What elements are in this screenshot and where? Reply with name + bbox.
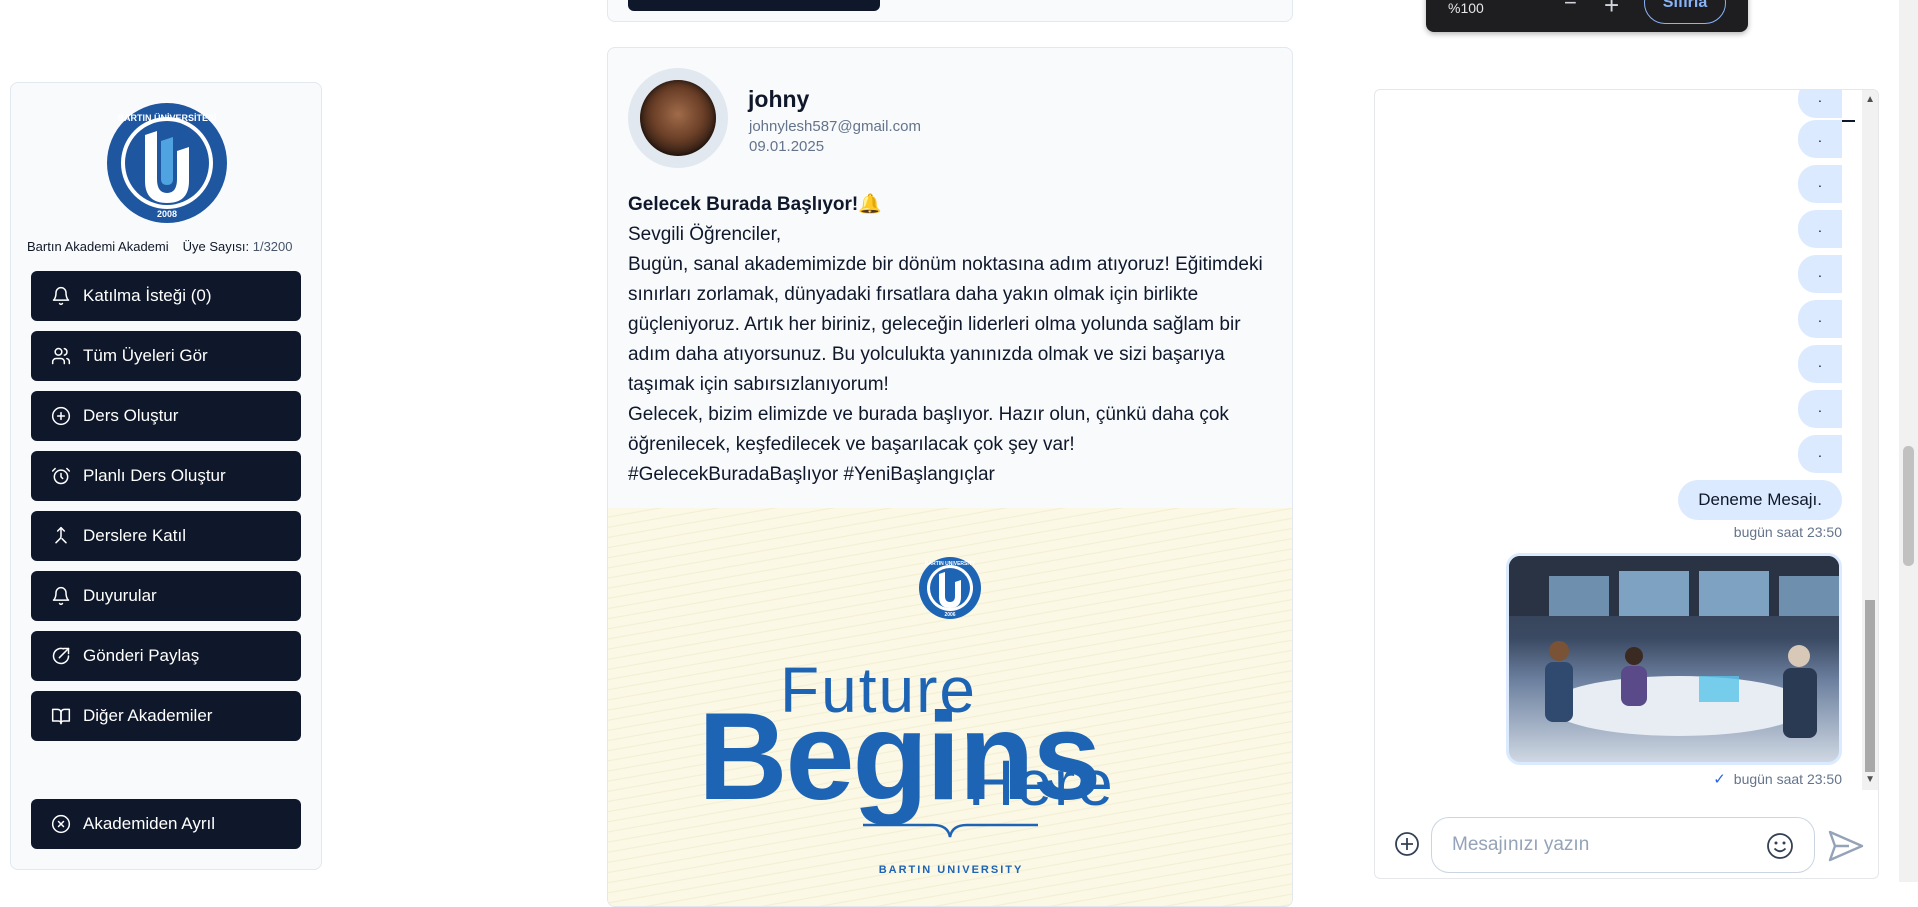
chat-message: . [1798, 90, 1842, 118]
announcements-button[interactable]: Duyurular [31, 571, 301, 621]
chat-message: . [1798, 120, 1842, 158]
post-image[interactable]: BARTIN UNIVERSITY 2006 Future Begins Her… [608, 508, 1292, 906]
avatar-image [640, 80, 716, 156]
zoom-in-button[interactable]: + [1604, 0, 1619, 21]
chat-message: . [1798, 165, 1842, 203]
member-count-label: Üye Sayısı: [182, 239, 250, 254]
post-hashtags: #GelecekBuradaBaşlıyor #YeniBaşlangıçlar [628, 464, 995, 485]
chat-panel: . . . . . . . . . Deneme Mesajı. bugün s… [1374, 89, 1879, 879]
page-scrollbar-thumb[interactable] [1903, 446, 1914, 566]
users-icon [51, 347, 71, 365]
chat-message: . [1798, 435, 1842, 473]
create-lesson-button[interactable]: Ders Oluştur [31, 391, 301, 441]
message-timestamp: bugün saat 23:50 [1733, 524, 1842, 540]
other-academies-label: Diğer Akademiler [83, 706, 213, 725]
chat-scrollbar[interactable]: ▲ ▼ [1862, 90, 1878, 790]
post-paragraph: Bugün, sanal akademimizde bir dönüm nokt… [628, 254, 1263, 395]
message-timestamp: bugün saat 23:50 [1733, 771, 1842, 787]
join-requests-label: Katılma İsteği (0) [83, 286, 212, 305]
emoji-icon[interactable] [1765, 831, 1795, 861]
share-post-label: Gönderi Paylaş [83, 646, 200, 665]
bartin-university-logo: BARTIN UNIVERSITY 2006 [919, 557, 981, 619]
member-count: 1/3200 [252, 239, 293, 254]
zoom-reset-button[interactable]: Sıfırla [1644, 0, 1726, 24]
chat-message: . [1798, 390, 1842, 428]
join-lessons-button[interactable]: Derslere Katıl [31, 511, 301, 561]
other-academies-button[interactable]: Diğer Akademiler [31, 691, 301, 741]
chat-message: . [1798, 345, 1842, 383]
post-paragraph: Gelecek, bizim elimizde ve burada başlıy… [628, 404, 1229, 455]
office-meeting-image [1509, 556, 1839, 738]
chat-message: . [1798, 255, 1842, 293]
academy-name: Bartın Akademi Akademi [27, 239, 169, 254]
schedule-lesson-label: Planlı Ders Oluştur [83, 466, 226, 485]
page-scrollbar[interactable] [1899, 0, 1918, 882]
scroll-up-icon[interactable]: ▲ [1865, 94, 1875, 105]
post-card: johny johnylesh587@gmail.com 09.01.2025 … [607, 47, 1293, 907]
send-icon[interactable] [1827, 827, 1865, 865]
bell-icon [52, 286, 70, 306]
add-attachment-icon[interactable] [1393, 830, 1421, 858]
scroll-down-icon[interactable]: ▼ [1865, 774, 1875, 785]
create-lesson-label: Ders Oluştur [83, 406, 179, 425]
here-word: Here [968, 747, 1115, 819]
share-post-button[interactable]: Gönderi Paylaş [31, 631, 301, 681]
image-message-meta: ✓ bugün saat 23:50 [1713, 770, 1842, 788]
alarm-clock-icon [51, 467, 71, 485]
author-avatar[interactable] [628, 68, 728, 168]
post-body: Gelecek Burada Başlıyor!🔔 Sevgili Öğrenc… [628, 190, 1278, 490]
leave-academy-button[interactable]: Akademiden Ayrıl [31, 799, 301, 849]
leave-academy-label: Akademiden Ayrıl [83, 814, 215, 833]
schedule-lesson-button[interactable]: Planlı Ders Oluştur [31, 451, 301, 501]
academy-meta: Bartın Akademi Akademi Üye Sayısı: 1/320… [27, 239, 317, 254]
join-requests-button[interactable]: Katılma İsteği (0) [31, 271, 301, 321]
previous-post-card [607, 0, 1293, 22]
view-all-members-label: Tüm Üyeleri Gör [83, 346, 208, 365]
zoom-out-button[interactable]: − [1564, 0, 1577, 16]
chat-message: . [1798, 300, 1842, 338]
logo-year: 2008 [157, 209, 177, 219]
chat-scrollbar-thumb[interactable] [1865, 600, 1875, 772]
open-book-line [863, 823, 1038, 838]
merge-icon [55, 526, 67, 544]
join-lessons-label: Derslere Katıl [83, 526, 186, 545]
previous-post-button[interactable] [628, 0, 880, 11]
bartin-university-logo: BARTIN ÜNİVERSİTESİ 2008 [107, 103, 227, 223]
image-caption: BARTIN UNIVERSITY [878, 864, 1024, 876]
member-count-group: Üye Sayısı: 1/3200 [183, 239, 293, 254]
zoom-toolbar: %100 − + Sıfırla [1426, 0, 1748, 32]
message-input[interactable] [1431, 817, 1815, 873]
chat-image-message[interactable] [1506, 553, 1842, 765]
post-title: Gelecek Burada Başlıyor! [628, 194, 859, 215]
academy-sidebar: BARTIN ÜNİVERSİTESİ 2008 Bartın Akademi … [10, 82, 322, 870]
logo-ring-text: BARTIN ÜNİVERSİTESİ [117, 113, 216, 123]
announcements-label: Duyurular [83, 586, 157, 605]
zoom-level: %100 [1448, 0, 1484, 16]
post-paragraph: Sevgili Öğrenciler, [628, 224, 782, 245]
chat-message: . [1798, 210, 1842, 248]
plus-circle-icon [51, 406, 71, 426]
x-circle-icon [51, 814, 71, 834]
share-icon [52, 647, 70, 665]
bell-icon [52, 586, 70, 606]
check-icon: ✓ [1713, 771, 1726, 788]
author-email: johnylesh587@gmail.com [749, 118, 921, 135]
chat-message-text: Deneme Mesajı. [1678, 480, 1842, 520]
view-all-members-button[interactable]: Tüm Üyeleri Gör [31, 331, 301, 381]
post-date: 09.01.2025 [749, 138, 825, 155]
author-name: johny [748, 86, 810, 112]
image-logo-ring-text: BARTIN UNIVERSITY [925, 561, 976, 567]
book-open-icon [51, 708, 71, 725]
bell-emoji: 🔔 [858, 194, 882, 215]
image-logo-year: 2006 [944, 612, 955, 618]
